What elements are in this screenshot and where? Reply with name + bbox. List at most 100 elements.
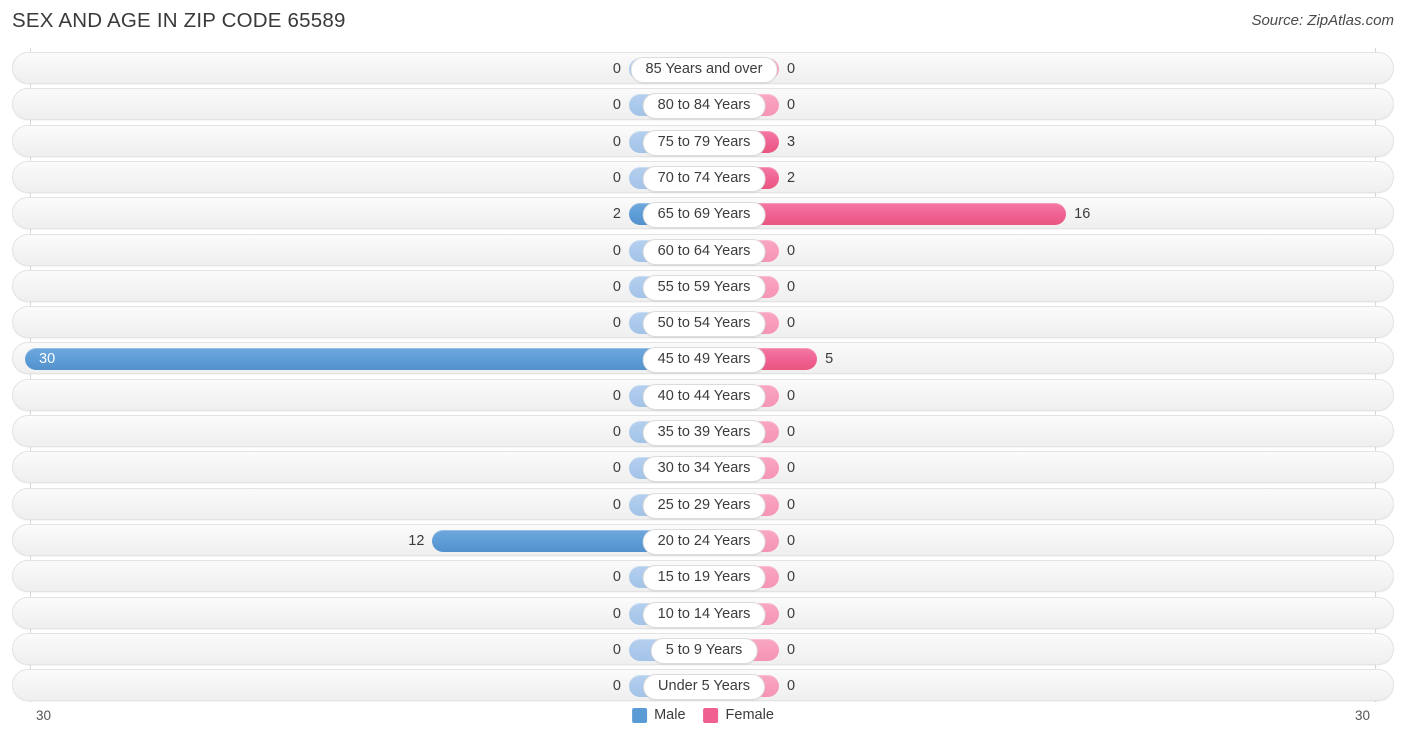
table-row[interactable]: 12 0 20 to 24 Years: [12, 523, 1395, 557]
age-group-label: 45 to 49 Years: [642, 347, 766, 374]
table-row[interactable]: 0 0 30 to 34 Years: [12, 451, 1395, 484]
age-group-label: 35 to 39 Years: [642, 420, 766, 446]
age-group-label: 10 to 14 Years: [642, 601, 766, 628]
table-row[interactable]: 0 0 85 Years and over: [12, 52, 1394, 84]
age-group-label: 5 to 9 Years: [650, 637, 758, 664]
value-label-female: 0: [787, 641, 796, 658]
value-label-female: 0: [787, 678, 796, 695]
value-label-female: 0: [787, 496, 796, 513]
age-group-label: 60 to 64 Years: [642, 238, 766, 265]
value-label-male: 0: [612, 133, 621, 150]
legend-swatch-male: [632, 707, 648, 723]
age-group-label: 55 to 59 Years: [642, 274, 766, 301]
value-label-male: 12: [408, 532, 425, 549]
table-row[interactable]: 0 0 60 to 64 Years: [12, 233, 1395, 267]
row-bars: 0 0 35 to 39 Years: [13, 416, 1395, 448]
age-group-label: 30 to 34 Years: [642, 456, 766, 483]
table-row[interactable]: 0 0 Under 5 Years: [12, 669, 1395, 702]
table-row[interactable]: 2 16 65 to 69 Years: [12, 197, 1395, 230]
row-bars: 0 0 25 to 29 Years: [13, 489, 1395, 521]
value-label-male: 0: [612, 678, 621, 695]
row-bars: 0 0 55 to 59 Years: [13, 271, 1395, 303]
table-row[interactable]: 0 0 10 to 14 Years: [12, 596, 1395, 630]
row-bars: 0 0 30 to 34 Years: [13, 452, 1395, 484]
row-bars: 0 0 15 to 19 Years: [13, 561, 1395, 593]
age-group-label: 75 to 79 Years: [642, 129, 766, 156]
age-group-label: 25 to 29 Years: [642, 492, 766, 519]
chart-legend: Male Female: [632, 707, 774, 723]
row-bars: 0 2 70 to 74 Years: [13, 162, 1395, 194]
chart-footer: 30 30 Male Female: [0, 702, 1406, 740]
table-row[interactable]: 0 3 75 to 79 Years: [12, 124, 1395, 158]
row-bars: 0 3 75 to 79 Years: [13, 126, 1395, 158]
value-label-female: 0: [787, 532, 796, 549]
table-row[interactable]: 0 2 70 to 74 Years: [12, 160, 1395, 194]
age-group-label: 80 to 84 Years: [642, 93, 766, 120]
value-label-male: 0: [612, 387, 621, 404]
bar-male[interactable]: [25, 348, 704, 371]
row-bars: 0 0 85 Years and over: [13, 53, 1395, 85]
age-group-label: 20 to 24 Years: [642, 528, 766, 555]
value-label-female: 0: [787, 569, 796, 586]
table-row[interactable]: 0 0 55 to 59 Years: [12, 269, 1395, 303]
value-label-male: 0: [612, 97, 621, 114]
legend-label-male: Male: [654, 707, 686, 723]
table-row[interactable]: 0 0 35 to 39 Years: [12, 415, 1394, 447]
legend-item-female[interactable]: Female: [703, 707, 774, 723]
table-row[interactable]: 0 0 5 to 9 Years: [12, 632, 1395, 666]
value-label-male: 0: [612, 569, 621, 586]
row-bars: 0 0 40 to 44 Years: [13, 380, 1395, 412]
value-label-female: 0: [787, 278, 796, 295]
value-label-male: 30: [39, 351, 56, 368]
table-row[interactable]: 30 5 45 to 49 Years: [12, 342, 1394, 375]
age-group-label: 85 Years and over: [630, 57, 778, 83]
value-label-male: 0: [612, 641, 621, 658]
row-bars: 0 0 5 to 9 Years: [13, 634, 1395, 666]
age-group-label: 65 to 69 Years: [642, 202, 766, 229]
value-label-male: 0: [612, 424, 621, 440]
row-bars: 0 0 60 to 64 Years: [13, 235, 1395, 267]
value-label-male: 0: [612, 496, 621, 513]
row-bars: 0 0 10 to 14 Years: [13, 598, 1395, 630]
legend-item-male[interactable]: Male: [632, 707, 686, 723]
age-group-label: Under 5 Years: [643, 674, 765, 701]
value-label-male: 0: [612, 315, 621, 332]
value-label-female: 3: [787, 133, 796, 150]
value-label-female: 0: [787, 97, 796, 114]
legend-swatch-female: [703, 707, 719, 723]
row-bars: 2 16 65 to 69 Years: [13, 198, 1395, 230]
legend-label-female: Female: [725, 707, 774, 723]
value-label-female: 5: [825, 351, 834, 368]
age-group-label: 40 to 44 Years: [642, 383, 766, 410]
value-label-male: 0: [612, 242, 621, 259]
value-label-female: 0: [787, 242, 796, 259]
axis-tick-right: 30: [1354, 708, 1370, 723]
chart-header: SEX AND AGE IN ZIP CODE 65589 Source: Zi…: [0, 0, 1406, 46]
value-label-male: 2: [612, 206, 621, 223]
value-label-female: 16: [1074, 206, 1091, 223]
table-row[interactable]: 0 0 50 to 54 Years: [12, 306, 1395, 339]
chart-plot-area: 0 0 85 Years and over 0 0 80 to 84 Years 0 3 75 …: [0, 48, 1406, 702]
table-row[interactable]: 0 0 15 to 19 Years: [12, 560, 1395, 593]
row-bars: 0 0 50 to 54 Years: [13, 307, 1395, 339]
table-row[interactable]: 0 0 80 to 84 Years: [12, 88, 1395, 121]
value-label-female: 0: [787, 605, 796, 622]
row-bars: 12 0 20 to 24 Years: [13, 525, 1395, 557]
age-group-label: 15 to 19 Years: [642, 565, 766, 592]
value-label-male: 0: [612, 61, 621, 77]
age-group-label: 50 to 54 Years: [642, 311, 766, 338]
value-label-male: 0: [612, 460, 621, 477]
value-label-female: 0: [787, 315, 796, 332]
value-label-male: 0: [612, 605, 621, 622]
table-row[interactable]: 0 0 40 to 44 Years: [12, 378, 1395, 412]
page-title: SEX AND AGE IN ZIP CODE 65589: [12, 9, 346, 32]
row-bars: 0 0 80 to 84 Years: [13, 89, 1395, 121]
value-label-female: 0: [787, 460, 796, 477]
table-row[interactable]: 0 0 25 to 29 Years: [12, 487, 1395, 521]
row-bars: 0 0 Under 5 Years: [13, 670, 1395, 702]
source-attribution: Source: ZipAtlas.com: [1251, 12, 1394, 29]
value-label-female: 0: [787, 424, 796, 440]
value-label-male: 0: [612, 169, 621, 186]
axis-tick-left: 30: [36, 708, 52, 723]
value-label-female: 0: [787, 61, 796, 77]
